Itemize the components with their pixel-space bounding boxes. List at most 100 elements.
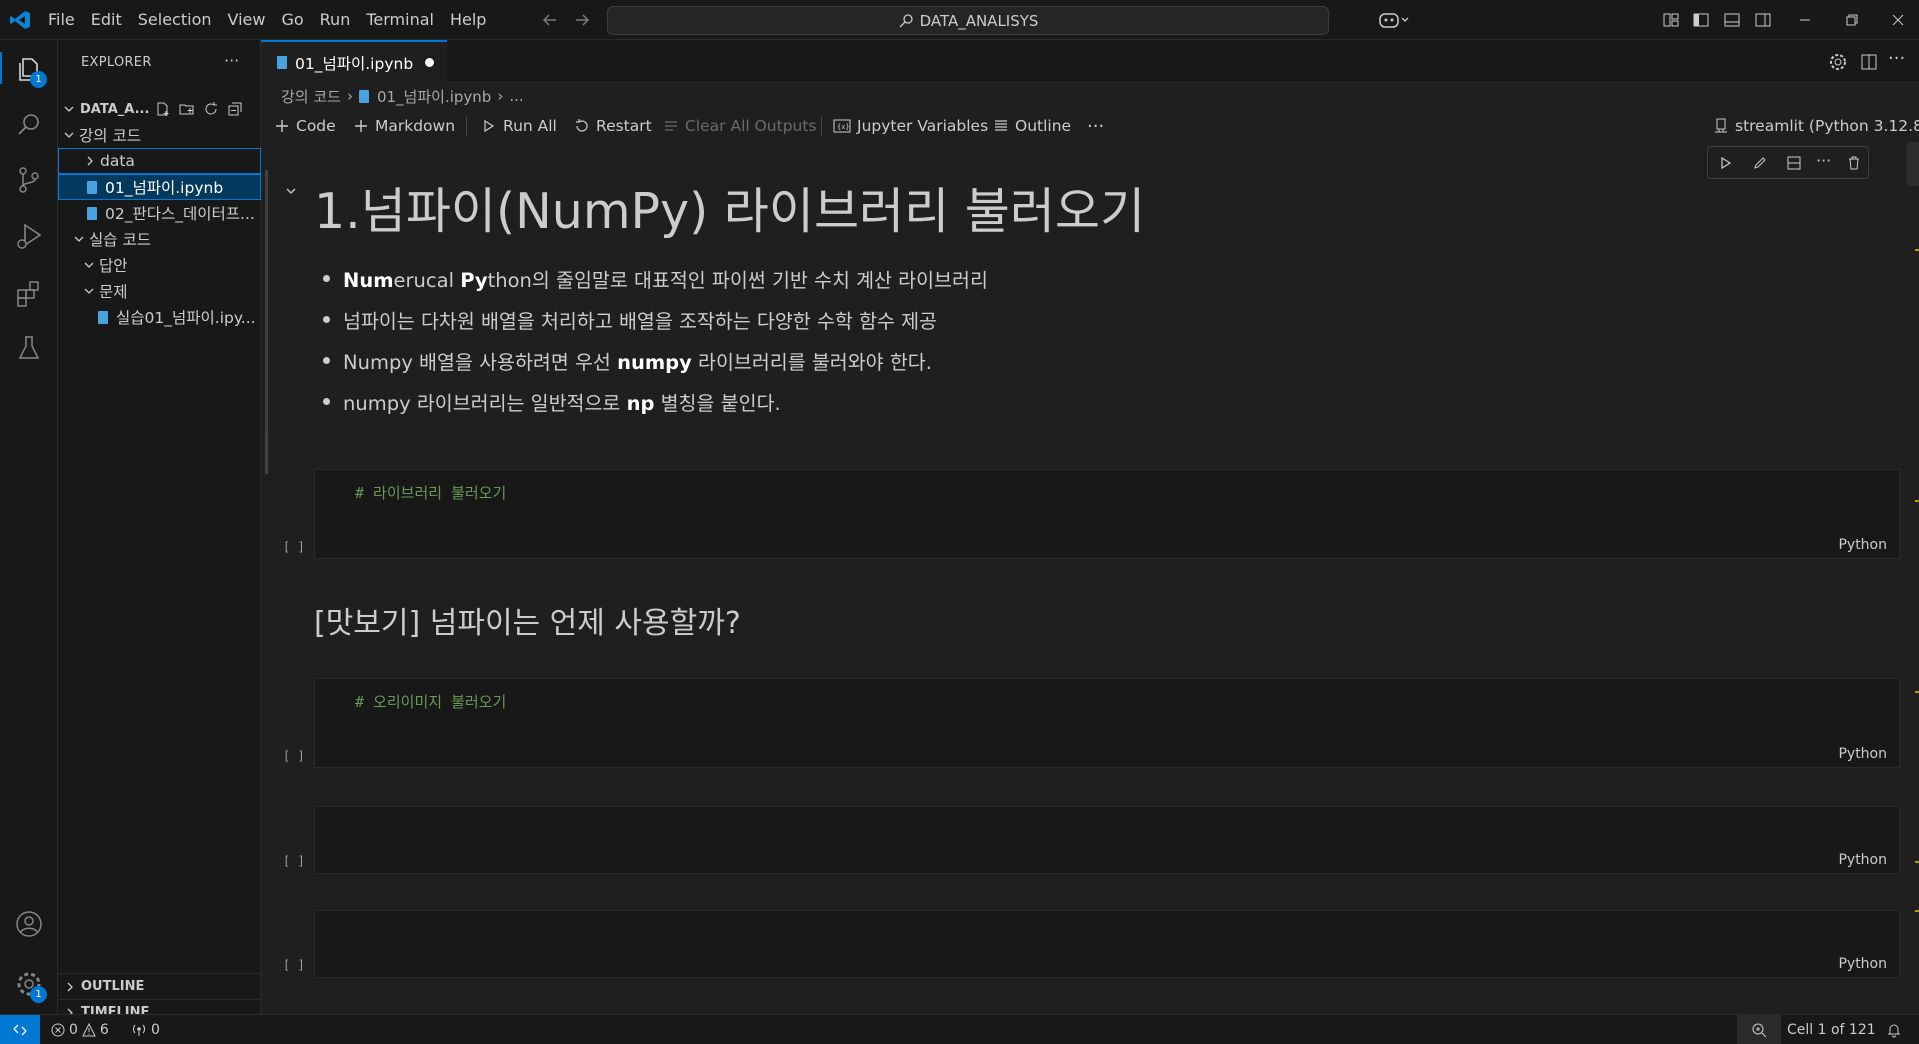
remote-indicator[interactable] [0,1015,40,1044]
tree-folder-answers[interactable]: 답안 [58,252,261,278]
copilot-icon[interactable] [1378,10,1412,30]
split-cell-icon[interactable] [1786,155,1802,171]
tree-folder-lecture[interactable]: 강의 코드 [58,122,261,148]
outline-button[interactable]: Outline [993,110,1071,142]
cell-toolbar: ··· [1707,146,1869,179]
minimize-icon[interactable] [1795,10,1815,30]
source-control-icon[interactable] [13,164,45,196]
edit-cell-icon[interactable] [1752,155,1768,171]
code-cell[interactable]: Python [314,806,1900,874]
restore-icon[interactable] [1842,10,1862,30]
split-editor-icon[interactable] [1859,52,1879,72]
breadcrumb-file[interactable]: 01_넘파이.ipynb [377,86,491,107]
bullet-text: Numpy 배열을 사용하려면 우선 [343,351,618,374]
restart-button[interactable]: Restart [574,110,652,142]
accounts-icon[interactable] [13,908,45,940]
new-file-icon[interactable] [155,101,171,117]
customize-layout-icon[interactable] [1661,10,1681,30]
manage-gear-icon[interactable]: 1 [13,968,47,1003]
toggle-primary-sidebar-icon[interactable] [1691,10,1711,30]
editor-tabs: 01_넘파이.ipynb ··· [261,40,1919,83]
toggle-panel-icon[interactable] [1722,10,1742,30]
tab-numpy-notebook[interactable]: 01_넘파이.ipynb [261,40,447,83]
menu-selection[interactable]: Selection [130,0,220,40]
close-window-icon[interactable] [1888,10,1908,30]
more-actions-icon[interactable]: ··· [224,51,239,70]
explorer-icon[interactable]: 1 [13,53,47,88]
bullet-item: numpy 라이브러리는 일반적으로 np 별칭을 붙인다. [323,387,988,428]
ports-indicator[interactable]: 0 [131,1015,160,1044]
cell-language-label[interactable]: Python [1838,852,1887,868]
menu-terminal[interactable]: Terminal [358,0,442,40]
notebook-file-icon [87,206,97,220]
plus-icon [355,120,367,132]
manage-badge: 1 [30,986,47,1003]
refresh-icon[interactable] [203,101,219,117]
menu-file[interactable]: File [40,0,83,40]
run-all-button[interactable]: Run All [481,110,557,142]
menu-bar: File Edit Selection View Go Run Terminal… [40,0,494,40]
kernel-label: streamlit (Python 3.12.8) [1735,117,1919,135]
tree-file-practice-numpy[interactable]: 실습01_넘파이.ipy... [58,304,261,330]
cell-position[interactable]: Cell 1 of 121 [1787,1015,1876,1044]
menu-run[interactable]: Run [312,0,359,40]
zoom-indicator[interactable] [1737,1015,1781,1044]
cell-language-label[interactable]: Python [1838,746,1887,762]
menu-help[interactable]: Help [442,0,494,40]
tree-label: 강의 코드 [79,127,141,145]
tree-label: data [100,152,135,170]
delete-cell-icon[interactable] [1846,155,1862,171]
new-folder-icon[interactable] [179,101,195,117]
search-icon[interactable] [13,109,45,141]
breadcrumb-symbol[interactable]: ... [509,87,523,105]
tree-folder-data[interactable]: data [58,148,261,174]
scroll-thumb[interactable] [1907,142,1919,186]
outline-section[interactable]: OUTLINE [58,973,261,999]
toggle-secondary-sidebar-icon[interactable] [1753,10,1773,30]
settings-gear-icon[interactable] [1828,52,1848,72]
cell-language-label[interactable]: Python [1838,537,1887,553]
menu-go[interactable]: Go [273,0,311,40]
collapse-cell-chevron-icon[interactable] [284,184,298,198]
outline-icon [995,120,1007,131]
extensions-icon[interactable] [13,277,45,309]
tree-folder-practice[interactable]: 실습 코드 [58,226,261,252]
jupyter-variables-button[interactable]: {x} Jupyter Variables [833,110,988,142]
back-arrow-icon[interactable] [540,10,560,30]
menu-edit[interactable]: Edit [83,0,130,40]
menu-view[interactable]: View [220,0,274,40]
collapse-all-icon[interactable] [227,101,243,117]
breadcrumb-folder[interactable]: 강의 코드 [281,86,341,107]
testing-icon[interactable] [13,332,45,364]
tree-folder-problems[interactable]: 문제 [58,278,261,304]
workspace-label: DATA_A... [80,101,150,117]
tree-file-pandas[interactable]: 02_판다스_데이터프... [58,200,261,226]
add-code-button[interactable]: Code [274,110,336,142]
unsaved-dot-icon[interactable] [425,58,435,67]
chevron-down-icon [84,288,94,294]
problems-indicator[interactable]: 0 6 [51,1015,109,1044]
command-center[interactable]: DATA_ANALISYS [607,6,1329,35]
add-markdown-button[interactable]: Markdown [353,110,455,142]
workspace-root[interactable]: DATA_A... [58,96,261,122]
kernel-picker-button[interactable]: streamlit (Python 3.12.8) [1713,110,1919,142]
cell-language-label[interactable]: Python [1838,956,1887,972]
restart-label: Restart [596,117,652,135]
forward-arrow-icon[interactable] [572,10,592,30]
code-cell[interactable]: Python [314,910,1900,978]
more-actions-icon[interactable]: ··· [1087,110,1104,142]
tree-file-numpy[interactable]: 01_넘파이.ipynb [58,174,261,200]
editor-scrollbar[interactable] [1907,110,1919,1014]
code-cell[interactable]: # 오리이미지 불러오기 Python [314,678,1900,768]
bullet-text: 라이브러리를 불러와야 한다. [691,351,932,374]
tree-label: 답안 [99,257,128,275]
toolbar-divider [466,117,467,136]
notifications-bell-icon[interactable] [1886,1015,1902,1044]
tree-label: 02_판다스_데이터프... [105,205,255,223]
execute-cell-icon[interactable] [1718,155,1734,171]
more-actions-icon[interactable]: ··· [1888,48,1905,69]
more-actions-icon[interactable]: ··· [1816,151,1831,170]
clear-all-outputs-button[interactable]: Clear All Outputs [663,110,817,142]
code-cell[interactable]: # 라이브러리 불러오기 Python [314,469,1900,559]
run-debug-icon[interactable] [13,220,45,252]
